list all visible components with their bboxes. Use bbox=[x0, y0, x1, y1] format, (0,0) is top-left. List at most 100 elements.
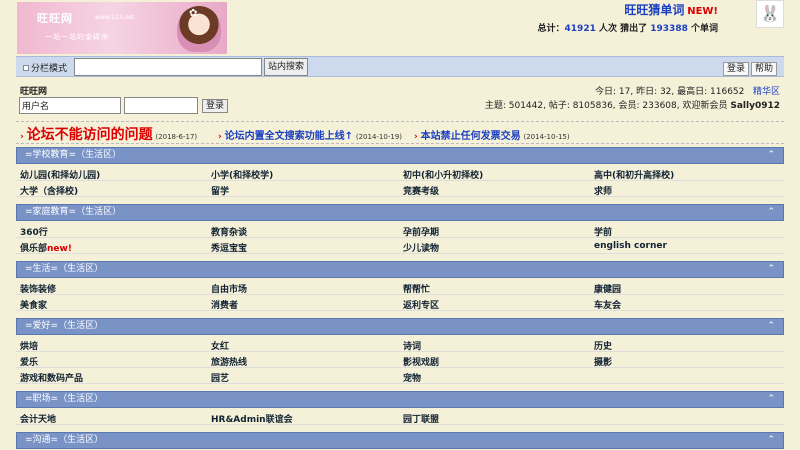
section-header[interactable]: =爱好=（生活区） ⌃ bbox=[16, 318, 784, 335]
forum-link[interactable]: 返利专区 bbox=[403, 298, 439, 311]
forum-link[interactable]: 消费者 bbox=[211, 298, 238, 311]
collapse-icon[interactable]: ⌃ bbox=[767, 392, 775, 407]
section-header[interactable]: =家庭教育=（生活区） ⌃ bbox=[16, 204, 784, 221]
forum-link[interactable]: 美食家 bbox=[20, 298, 47, 311]
forum-link[interactable]: 360行 bbox=[20, 225, 48, 238]
banner-slogan: 一站一站的金碟帅 bbox=[45, 33, 109, 41]
forum-link[interactable]: 装饰装修 bbox=[20, 282, 56, 295]
section-title: =沟通=（生活区） bbox=[25, 435, 104, 445]
forum-link[interactable]: 帮帮忙 bbox=[403, 282, 430, 295]
forum-link[interactable]: 历史 bbox=[594, 339, 612, 352]
forum-link[interactable]: 影视戏剧 bbox=[403, 355, 439, 368]
forum-row: 会计天地 HR&Admin联谊会 园丁联盟 bbox=[16, 409, 784, 425]
login-submit-button[interactable]: 登录 bbox=[202, 99, 229, 113]
flower-icon: ✿ bbox=[189, 8, 198, 19]
section-header[interactable]: =沟通=（生活区） ⌃ bbox=[16, 432, 784, 449]
forum-link[interactable]: 教育杂谈 bbox=[211, 225, 247, 238]
forum-link[interactable]: 幼儿园(和择幼儿园) bbox=[20, 168, 100, 181]
forum-link[interactable]: 小学(和择校学) bbox=[211, 168, 273, 181]
forum-link[interactable]: 旅游热线 bbox=[211, 355, 247, 368]
split-mode-toggle[interactable]: 分栏模式 bbox=[23, 61, 67, 74]
section-title: =家庭教育=（生活区） bbox=[25, 207, 122, 217]
forum-link[interactable]: 竞赛考级 bbox=[403, 184, 439, 197]
forum-row: 装饰装修 自由市场 帮帮忙 康健园 bbox=[16, 279, 784, 295]
forum-link[interactable]: 爱乐 bbox=[20, 355, 38, 368]
forum-row: 幼儿园(和择幼儿园) 小学(和择校学) 初中(和小升初择校) 高中(和初升高择校) bbox=[16, 165, 784, 181]
forum-link[interactable]: 自由市场 bbox=[211, 282, 247, 295]
forum-link[interactable]: 会计天地 bbox=[20, 412, 56, 425]
banner-logo-url: www.123.net bbox=[95, 14, 135, 21]
collapse-icon[interactable]: ⌃ bbox=[767, 262, 775, 277]
daily-stats: 今日: 17, 昨日: 32, 最高日: 116652 精华区 bbox=[595, 87, 780, 97]
forum-row: 美食家 消费者 返利专区 车友会 bbox=[16, 295, 784, 311]
forum-link[interactable]: 高中(和初升高择校) bbox=[594, 168, 674, 181]
forum-link[interactable]: 宠物 bbox=[403, 371, 421, 384]
section-header[interactable]: =学校教育=（生活区） ⌃ bbox=[16, 147, 784, 164]
collapse-icon[interactable]: ⌃ bbox=[767, 148, 775, 163]
forum-link[interactable]: 车友会 bbox=[594, 298, 621, 311]
forum-link[interactable]: 初中(和小升初择校) bbox=[403, 168, 483, 181]
search-input[interactable] bbox=[74, 58, 262, 76]
forum-link[interactable]: 园艺 bbox=[211, 371, 229, 384]
forum-link[interactable]: 康健园 bbox=[594, 282, 621, 295]
forum-link[interactable]: 俱乐部new! bbox=[20, 241, 72, 254]
forum-link[interactable]: 诗词 bbox=[403, 339, 421, 352]
section-header[interactable]: =职场=（生活区） ⌃ bbox=[16, 391, 784, 408]
forum-link[interactable]: 留学 bbox=[211, 184, 229, 197]
password-field[interactable] bbox=[124, 97, 198, 114]
forum-row: 360行 教育杂谈 孕前孕期 学前 bbox=[16, 222, 784, 238]
collapse-icon[interactable]: ⌃ bbox=[767, 205, 775, 220]
arrow-icon: › bbox=[218, 132, 222, 142]
new-badge: new! bbox=[47, 244, 72, 254]
arrow-icon: › bbox=[414, 132, 418, 142]
login-button[interactable]: 登录 bbox=[723, 62, 750, 76]
elite-area-link[interactable]: 精华区 bbox=[753, 87, 780, 97]
forum-link[interactable]: 女红 bbox=[211, 339, 229, 352]
forum-link[interactable]: 烘培 bbox=[20, 339, 38, 352]
forum-link[interactable]: 秀逗宝宝 bbox=[211, 241, 247, 254]
mascot-icon[interactable]: 🐰 bbox=[756, 0, 784, 28]
collapse-icon[interactable]: ⌃ bbox=[767, 319, 775, 334]
forum-link[interactable]: HR&Admin联谊会 bbox=[211, 412, 293, 425]
new-member-link[interactable]: Sally0912 bbox=[730, 101, 780, 111]
section-title: =职场=（生活区） bbox=[25, 394, 104, 404]
forum-row: 俱乐部new! 秀逗宝宝 少儿读物 english corner bbox=[16, 238, 784, 254]
word-game-box: 旺旺猜单词 NEW! 总计：41921 人次 猜出了 193388 个单词 bbox=[488, 1, 718, 34]
forum-link[interactable]: english corner bbox=[594, 241, 667, 251]
announcement[interactable]: › 论坛不能访问的问题 (2018-6-17) bbox=[20, 124, 197, 144]
forum-row: 爱乐 旅游热线 影视戏剧 摄影 bbox=[16, 352, 784, 368]
forum-link[interactable]: 求师 bbox=[594, 184, 612, 197]
section-header[interactable]: =生活=（生活区） ⌃ bbox=[16, 261, 784, 278]
forum-link[interactable]: 摄影 bbox=[594, 355, 612, 368]
forum-row: 大学（含择校) 留学 竞赛考级 求师 bbox=[16, 181, 784, 197]
section-title: =生活=（生活区） bbox=[25, 264, 104, 274]
forum-row: 游戏和数码产品 园艺 宠物 bbox=[16, 368, 784, 384]
word-game-stats: 总计：41921 人次 猜出了 193388 个单词 bbox=[537, 24, 718, 34]
banner-logo: 旺旺网 bbox=[37, 12, 73, 25]
arrow-icon: › bbox=[20, 132, 24, 142]
forum-link[interactable]: 园丁联盟 bbox=[403, 412, 439, 425]
announcement[interactable]: › 论坛内置全文搜索功能上线↑ (2014-10-19) bbox=[218, 127, 402, 142]
forum-link[interactable]: 游戏和数码产品 bbox=[20, 371, 83, 384]
divider bbox=[16, 143, 784, 144]
divider bbox=[16, 121, 784, 122]
new-badge: NEW! bbox=[687, 6, 718, 17]
help-button[interactable]: 帮助 bbox=[751, 62, 778, 76]
site-banner[interactable]: 旺旺网 www.123.net 一站一站的金碟帅 ✿ bbox=[17, 2, 227, 54]
username-field[interactable] bbox=[19, 97, 121, 114]
collapse-icon[interactable]: ⌃ bbox=[767, 433, 775, 448]
forum-link[interactable]: 少儿读物 bbox=[403, 241, 439, 254]
word-game-link[interactable]: 旺旺猜单词 bbox=[624, 3, 684, 17]
forum-row: 烘培 女红 诗词 历史 bbox=[16, 336, 784, 352]
site-name: 旺旺网 bbox=[20, 87, 48, 97]
section-title: =学校教育=（生活区） bbox=[25, 150, 122, 160]
announcement[interactable]: › 本站禁止任何发票交易 (2014-10-15) bbox=[414, 127, 570, 142]
checkbox-icon bbox=[23, 65, 29, 71]
section-title: =爱好=（生活区） bbox=[25, 321, 104, 331]
forum-link[interactable]: 孕前孕期 bbox=[403, 225, 439, 238]
banner-photo bbox=[177, 6, 221, 52]
search-bar: 分栏模式 站内搜索 登录 帮助 bbox=[16, 56, 784, 77]
site-search-button[interactable]: 站内搜索 bbox=[264, 58, 309, 76]
forum-link[interactable]: 大学（含择校) bbox=[20, 184, 78, 197]
forum-link[interactable]: 学前 bbox=[594, 225, 612, 238]
